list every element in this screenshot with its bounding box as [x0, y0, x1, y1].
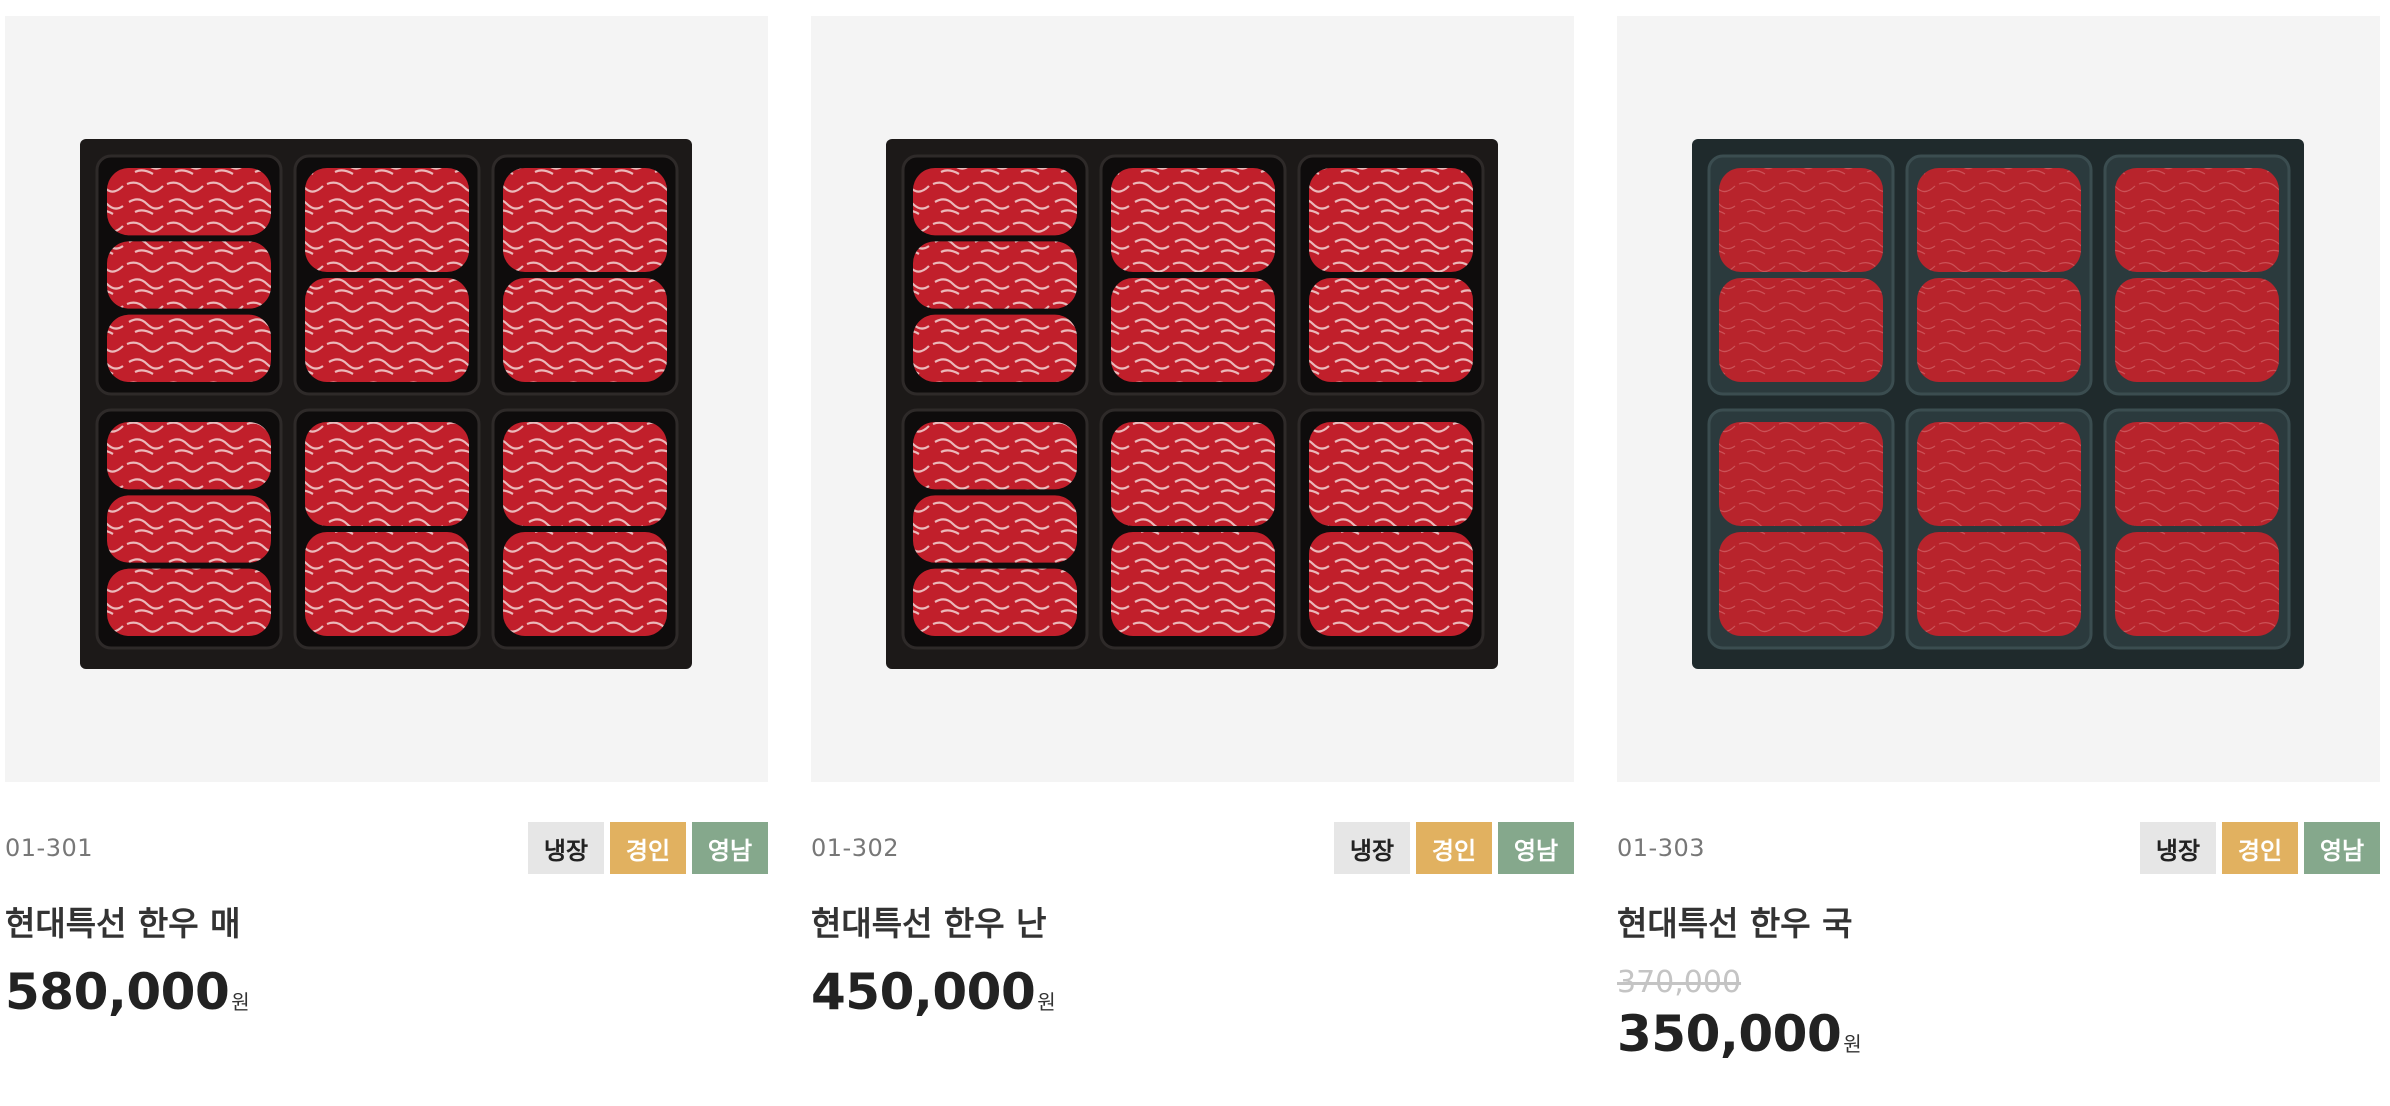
- beef-cut: [1917, 532, 2081, 636]
- beef-cut: [1111, 168, 1275, 272]
- beef-cut: [913, 422, 1077, 490]
- beef-cut: [913, 168, 1077, 236]
- beef-cut: [1719, 168, 1883, 272]
- beef-cut: [913, 241, 1077, 309]
- beef-cut: [1309, 278, 1473, 382]
- tag-list: 냉장 경인 영남: [1334, 822, 1574, 874]
- beef-cut: [305, 532, 469, 636]
- beef-cut: [1719, 422, 1883, 526]
- tag-refrigerated: 냉장: [528, 822, 604, 874]
- beef-cut: [107, 314, 271, 382]
- beef-cut: [503, 422, 667, 526]
- beef-cut: [1309, 168, 1473, 272]
- product-image[interactable]: [1617, 16, 2380, 782]
- product-code: 01-302: [811, 834, 900, 862]
- beef-cut: [2115, 422, 2279, 526]
- product-grid: 01-301 냉장 경인 영남 현대특선 한우 매 580,000 원 01-3…: [5, 16, 2380, 1062]
- tag-gyeongin: 경인: [1416, 822, 1492, 874]
- product-image[interactable]: [5, 16, 768, 782]
- beef-cut: [1309, 422, 1473, 526]
- product-meta: 01-303 냉장 경인 영남: [1617, 822, 2380, 874]
- beef-cut: [107, 422, 271, 490]
- beef-cut: [107, 495, 271, 563]
- tag-refrigerated: 냉장: [1334, 822, 1410, 874]
- price-row: 580,000 원: [5, 964, 768, 1020]
- beef-cut: [107, 168, 271, 236]
- currency-unit: 원: [1037, 990, 1056, 1014]
- beef-cut: [1111, 532, 1275, 636]
- beef-cut: [1917, 422, 2081, 526]
- product-card[interactable]: 01-303 냉장 경인 영남 현대특선 한우 국 370,000 350,00…: [1617, 16, 2380, 1062]
- beef-cut: [1719, 532, 1883, 636]
- tag-refrigerated: 냉장: [2140, 822, 2216, 874]
- product-code: 01-303: [1617, 834, 1706, 862]
- beef-cut: [107, 568, 271, 636]
- beef-cut: [1917, 278, 2081, 382]
- product-name[interactable]: 현대특선 한우 국: [1617, 904, 2380, 944]
- beef-cut: [503, 532, 667, 636]
- currency-unit: 원: [231, 990, 250, 1014]
- beef-cut: [1917, 168, 2081, 272]
- original-price: 370,000: [1617, 965, 1742, 1000]
- product-image[interactable]: [811, 16, 1574, 782]
- product-card[interactable]: 01-302 냉장 경인 영남 현대특선 한우 난 450,000 원: [811, 16, 1574, 1062]
- product-code: 01-301: [5, 834, 94, 862]
- tag-list: 냉장 경인 영남: [2140, 822, 2380, 874]
- product-price: 350,000: [1617, 1005, 1842, 1063]
- tag-gyeongin: 경인: [610, 822, 686, 874]
- beef-cut: [913, 314, 1077, 382]
- beef-cut: [305, 422, 469, 526]
- product-price: 450,000: [811, 963, 1036, 1021]
- beef-cut: [913, 495, 1077, 563]
- beef-cut: [305, 278, 469, 382]
- product-name[interactable]: 현대특선 한우 난: [811, 904, 1574, 944]
- beef-cut: [1111, 422, 1275, 526]
- tag-list: 냉장 경인 영남: [528, 822, 768, 874]
- tag-gyeongin: 경인: [2222, 822, 2298, 874]
- product-meta: 01-301 냉장 경인 영남: [5, 822, 768, 874]
- price-row: 350,000 원: [1617, 1006, 2380, 1062]
- beef-cut: [1719, 278, 1883, 382]
- beef-cut: [2115, 278, 2279, 382]
- beef-cut: [913, 568, 1077, 636]
- tag-yeongnam: 영남: [692, 822, 768, 874]
- product-name[interactable]: 현대특선 한우 매: [5, 904, 768, 944]
- beef-cut: [1309, 532, 1473, 636]
- beef-cut: [305, 168, 469, 272]
- price-row: 450,000 원: [811, 964, 1574, 1020]
- beef-cut: [1111, 278, 1275, 382]
- product-card[interactable]: 01-301 냉장 경인 영남 현대특선 한우 매 580,000 원: [5, 16, 768, 1062]
- product-meta: 01-302 냉장 경인 영남: [811, 822, 1574, 874]
- product-price: 580,000: [5, 963, 230, 1021]
- tag-yeongnam: 영남: [2304, 822, 2380, 874]
- beef-cut: [2115, 168, 2279, 272]
- beef-cut: [503, 278, 667, 382]
- beef-cut: [503, 168, 667, 272]
- tag-yeongnam: 영남: [1498, 822, 1574, 874]
- beef-cut: [107, 241, 271, 309]
- currency-unit: 원: [1843, 1032, 1862, 1056]
- beef-cut: [2115, 532, 2279, 636]
